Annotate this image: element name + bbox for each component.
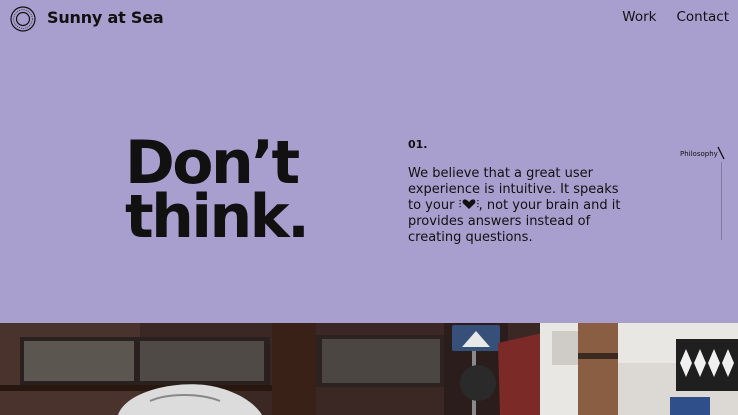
site-header: Sunny at Sea Work Contact — [0, 0, 738, 36]
main-nav: Work Contact — [622, 9, 729, 25]
headline-line-2: think. — [125, 182, 310, 252]
heart-icon — [459, 198, 479, 210]
hero-headline: Don’t think. — [125, 133, 365, 252]
nav-contact-link[interactable]: Contact — [676, 9, 729, 25]
nav-work-link[interactable]: Work — [622, 9, 656, 25]
logo-icon[interactable] — [10, 6, 36, 32]
section-number: 01. — [408, 138, 428, 151]
philosophy-paragraph: We believe that a great user experience … — [408, 166, 623, 246]
section-indicator-label[interactable]: Philosophy — [680, 150, 718, 158]
street-photo — [0, 323, 738, 415]
slash-indicator-icon — [717, 146, 725, 160]
brand-name[interactable]: Sunny at Sea — [47, 8, 164, 27]
scroll-progress-track — [721, 162, 722, 240]
